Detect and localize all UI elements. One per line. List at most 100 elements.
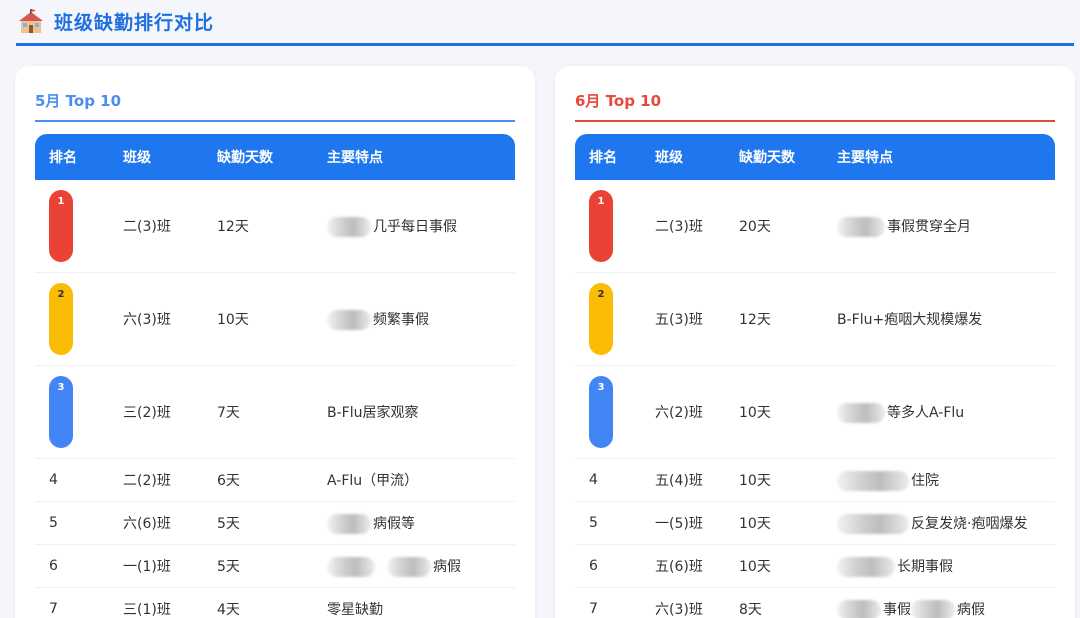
rank-cell: 7 [575, 588, 641, 618]
may-ranking-table: 排名 班级 缺勤天数 主要特点 1 二(3)班 12天 几乎每日事假 2 六(3… [35, 134, 515, 618]
days-cell: 10天 [725, 502, 823, 545]
feature-text: 反复发烧·疱咽爆发 [911, 515, 1028, 532]
page-title: 班级缺勤排行对比 [54, 12, 215, 34]
feature-cell: B-Flu+疱咽大规模爆发 [823, 273, 1055, 366]
class-cell: 五(6)班 [641, 545, 725, 588]
days-cell: 7天 [203, 366, 313, 459]
feature-text: 等多人A-Flu [887, 404, 965, 421]
table-row: 3 六(2)班 10天 等多人A-Flu [575, 366, 1055, 459]
table-row: 2 五(3)班 12天 B-Flu+疱咽大规模爆发 [575, 273, 1055, 366]
rank-badge-1: 1 [589, 190, 613, 262]
feature-text: 事假 [883, 601, 911, 618]
col-header-days: 缺勤天数 [725, 134, 823, 180]
days-cell: 6天 [203, 459, 313, 502]
feature-cell: 反复发烧·疱咽爆发 [823, 502, 1055, 545]
class-cell: 一(5)班 [641, 502, 725, 545]
days-cell: 20天 [725, 180, 823, 273]
may-ranking-card: 5月 Top 10 排名 班级 缺勤天数 主要特点 1 二(3)班 12天 几乎… [15, 66, 535, 618]
redacted-name [327, 216, 371, 237]
rank-cell: 7 [35, 588, 109, 618]
rank-badge-2: 2 [49, 283, 73, 355]
days-cell: 4天 [203, 588, 313, 618]
page-header: 班级缺勤排行对比 [16, 0, 1074, 46]
table-row: 2 六(3)班 10天 频繁事假 [35, 273, 515, 366]
table-row: 5 六(6)班 5天 病假等 [35, 502, 515, 545]
class-cell: 五(3)班 [641, 273, 725, 366]
class-cell: 六(3)班 [641, 588, 725, 618]
rank-cell: 6 [575, 545, 641, 588]
col-header-feature: 主要特点 [313, 134, 515, 180]
feature-text: 住院 [911, 472, 939, 489]
rank-badge-3: 3 [589, 376, 613, 448]
table-row: 6 五(6)班 10天 长期事假 [575, 545, 1055, 588]
redacted-name [327, 513, 371, 534]
rank-cell: 1 [35, 180, 109, 273]
rank-badge-2: 2 [589, 283, 613, 355]
redacted-name [327, 309, 371, 330]
may-card-title: 5月 Top 10 [35, 66, 515, 122]
days-cell: 10天 [725, 366, 823, 459]
feature-cell: 住院 [823, 459, 1055, 502]
rank-cell: 4 [575, 459, 641, 502]
feature-cell: A-Flu（甲流） [313, 459, 515, 502]
rank-cell: 4 [35, 459, 109, 502]
rank-cell: 2 [575, 273, 641, 366]
rank-cell: 5 [35, 502, 109, 545]
col-header-class: 班级 [641, 134, 725, 180]
col-header-class: 班级 [109, 134, 203, 180]
days-cell: 12天 [203, 180, 313, 273]
page: 班级缺勤排行对比 5月 Top 10 排名 班级 缺勤天数 主要特点 1 二(3… [0, 0, 1080, 618]
table-row: 7 六(3)班 8天 事假 病假 [575, 588, 1055, 618]
col-header-rank: 排名 [35, 134, 109, 180]
days-cell: 5天 [203, 545, 313, 588]
june-ranking-table: 排名 班级 缺勤天数 主要特点 1 二(3)班 20天 事假贯穿全月 2 五(3… [575, 134, 1055, 618]
rank-badge-3: 3 [49, 376, 73, 448]
table-header-row: 排名 班级 缺勤天数 主要特点 [35, 134, 515, 180]
table-header-row: 排名 班级 缺勤天数 主要特点 [575, 134, 1055, 180]
table-row: 1 二(3)班 12天 几乎每日事假 [35, 180, 515, 273]
redacted-name [837, 599, 881, 618]
feature-cell: 病假 [313, 545, 515, 588]
rank-cell: 1 [575, 180, 641, 273]
feature-text: 事假贯穿全月 [887, 218, 971, 235]
days-cell: 10天 [725, 545, 823, 588]
rank-cell: 6 [35, 545, 109, 588]
class-cell: 六(3)班 [109, 273, 203, 366]
class-cell: 二(3)班 [641, 180, 725, 273]
school-icon [19, 8, 43, 33]
table-row: 6 一(1)班 5天 病假 [35, 545, 515, 588]
feature-text: 频繁事假 [373, 311, 429, 328]
class-cell: 六(2)班 [641, 366, 725, 459]
feature-text: 病假 [433, 558, 461, 575]
days-cell: 10天 [203, 273, 313, 366]
table-row: 1 二(3)班 20天 事假贯穿全月 [575, 180, 1055, 273]
redacted-name [387, 556, 431, 577]
rank-badge-1: 1 [49, 190, 73, 262]
feature-cell: 零星缺勤 [313, 588, 515, 618]
june-card-title: 6月 Top 10 [575, 66, 1055, 122]
redacted-name [837, 470, 909, 491]
table-row: 4 五(4)班 10天 住院 [575, 459, 1055, 502]
table-row: 3 三(2)班 7天 B-Flu居家观察 [35, 366, 515, 459]
redacted-name [327, 556, 375, 577]
days-cell: 8天 [725, 588, 823, 618]
redacted-name [837, 216, 885, 237]
class-cell: 六(6)班 [109, 502, 203, 545]
days-cell: 10天 [725, 459, 823, 502]
class-cell: 五(4)班 [641, 459, 725, 502]
table-row: 7 三(1)班 4天 零星缺勤 [35, 588, 515, 618]
class-cell: 一(1)班 [109, 545, 203, 588]
feature-cell: B-Flu居家观察 [313, 366, 515, 459]
class-cell: 二(2)班 [109, 459, 203, 502]
col-header-rank: 排名 [575, 134, 641, 180]
rank-cell: 3 [35, 366, 109, 459]
table-row: 5 一(5)班 10天 反复发烧·疱咽爆发 [575, 502, 1055, 545]
class-cell: 二(3)班 [109, 180, 203, 273]
redacted-name [911, 599, 955, 618]
col-header-feature: 主要特点 [823, 134, 1055, 180]
rank-cell: 2 [35, 273, 109, 366]
june-ranking-card: 6月 Top 10 排名 班级 缺勤天数 主要特点 1 二(3)班 20天 事假… [555, 66, 1075, 618]
feature-text: 病假等 [373, 515, 415, 532]
feature-cell: 长期事假 [823, 545, 1055, 588]
days-cell: 5天 [203, 502, 313, 545]
